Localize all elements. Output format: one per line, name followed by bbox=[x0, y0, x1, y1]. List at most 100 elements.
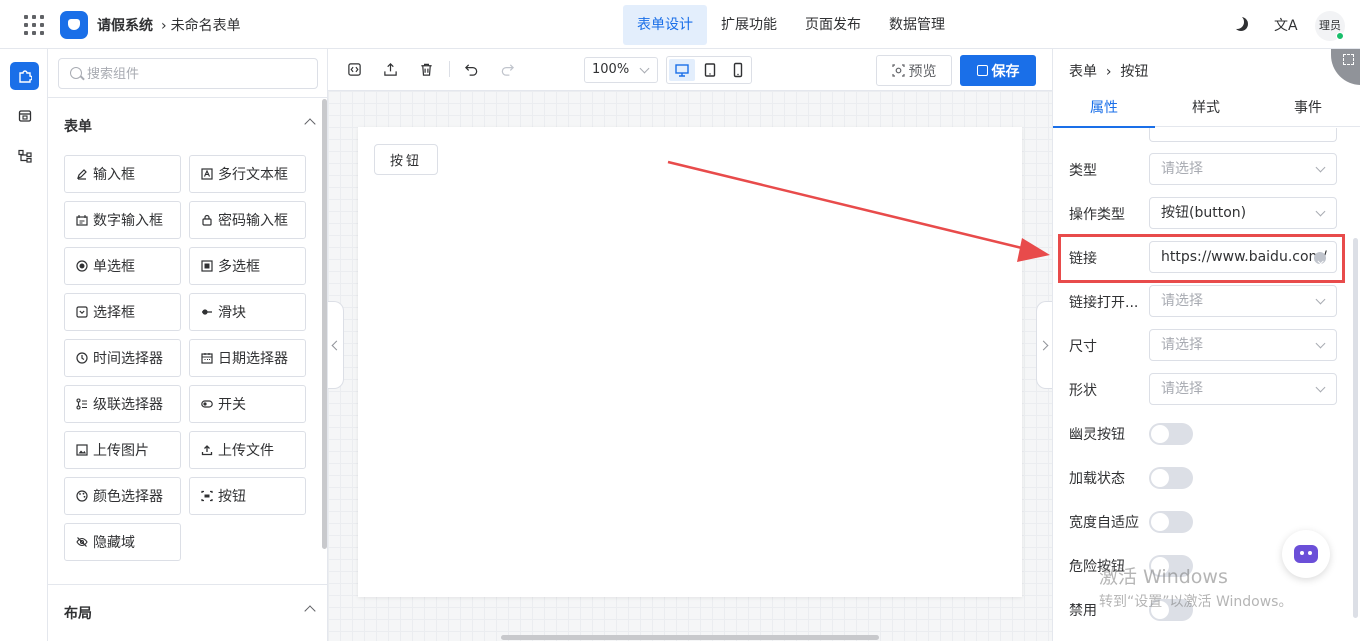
component-label: 选择框 bbox=[93, 305, 135, 321]
select-placeholder: 请选择 bbox=[1161, 161, 1203, 177]
component-label: 时间选择器 bbox=[93, 351, 163, 367]
device-tablet-button[interactable] bbox=[697, 59, 723, 81]
prop-label: 尺寸 bbox=[1069, 339, 1097, 355]
dark-mode-icon[interactable] bbox=[1234, 17, 1248, 31]
redo-button[interactable] bbox=[499, 61, 515, 77]
prop-row-loading: 加载状态 bbox=[1053, 461, 1343, 493]
loading-switch[interactable] bbox=[1149, 467, 1193, 489]
component-hidden-field[interactable]: 隐藏域 bbox=[64, 523, 181, 561]
import-button[interactable] bbox=[382, 61, 398, 77]
ghost-switch[interactable] bbox=[1149, 423, 1193, 445]
breadcrumb-root[interactable]: 表单 bbox=[1069, 64, 1097, 80]
component-label: 数字输入框 bbox=[93, 213, 163, 229]
search-box[interactable] bbox=[58, 58, 318, 89]
danger-switch[interactable] bbox=[1149, 555, 1193, 577]
assistant-bot-button[interactable] bbox=[1282, 530, 1330, 578]
undo-icon bbox=[464, 63, 477, 76]
save-label: 保存 bbox=[991, 63, 1020, 80]
disabled-switch[interactable] bbox=[1149, 599, 1193, 621]
chevron-up-icon[interactable] bbox=[304, 118, 316, 130]
link-target-select[interactable]: 请选择 bbox=[1149, 285, 1337, 317]
tab-form-design[interactable]: 表单设计 bbox=[623, 5, 707, 45]
prop-row-size: 尺寸 请选择 bbox=[1053, 329, 1343, 361]
tab-page-publish[interactable]: 页面发布 bbox=[791, 5, 875, 45]
upload-icon bbox=[201, 445, 213, 456]
component-time-picker[interactable]: 时间选择器 bbox=[64, 339, 181, 377]
device-mobile-button[interactable] bbox=[725, 59, 751, 81]
component-slider[interactable]: 滑块 bbox=[189, 293, 306, 331]
collapse-left-panel-button[interactable] bbox=[328, 301, 344, 389]
search-input[interactable] bbox=[87, 64, 307, 84]
action-type-select[interactable]: 按钮(button) bbox=[1149, 197, 1337, 229]
component-label: 上传文件 bbox=[218, 443, 274, 459]
component-textarea[interactable]: 多行文本框 bbox=[189, 155, 306, 193]
toolbar-separator bbox=[449, 61, 450, 77]
canvas-horizontal-scrollbar[interactable] bbox=[501, 635, 879, 640]
translate-icon[interactable]: 文A bbox=[1274, 15, 1298, 35]
rail-components-button[interactable] bbox=[10, 62, 39, 90]
component-panel-scrollbar[interactable] bbox=[322, 99, 327, 549]
component-cascader[interactable]: 级联选择器 bbox=[64, 385, 181, 423]
preview-button[interactable]: 预览 bbox=[876, 55, 952, 86]
component-select[interactable]: 选择框 bbox=[64, 293, 181, 331]
zoom-select[interactable]: 100% bbox=[584, 57, 658, 83]
component-input[interactable]: 输入框 bbox=[64, 155, 181, 193]
design-canvas[interactable]: 按钮 bbox=[328, 91, 1052, 641]
component-radio[interactable]: 单选框 bbox=[64, 247, 181, 285]
prop-label: 类型 bbox=[1069, 163, 1097, 179]
shape-select[interactable]: 请选择 bbox=[1149, 373, 1337, 405]
delete-button[interactable] bbox=[418, 61, 434, 77]
rail-templates-button[interactable] bbox=[10, 102, 39, 130]
type-select[interactable]: 请选择 bbox=[1149, 153, 1337, 185]
rail-outline-button[interactable] bbox=[10, 142, 39, 170]
tab-data-management[interactable]: 数据管理 bbox=[875, 5, 959, 45]
section-form-header[interactable]: 表单 bbox=[64, 116, 316, 136]
save-button[interactable]: 保存 bbox=[960, 55, 1036, 86]
component-label: 多选框 bbox=[218, 259, 260, 275]
component-color-picker[interactable]: 颜色选择器 bbox=[64, 477, 181, 515]
properties-breadcrumb: 表单 › 按钮 bbox=[1069, 61, 1148, 81]
clock-icon bbox=[76, 352, 88, 364]
edit-icon bbox=[77, 169, 87, 180]
properties-scrollbar[interactable] bbox=[1353, 238, 1358, 618]
size-select[interactable]: 请选择 bbox=[1149, 329, 1337, 361]
tab-attributes[interactable]: 属性 bbox=[1053, 89, 1155, 128]
component-upload-image[interactable]: 上传图片 bbox=[64, 431, 181, 469]
tab-style[interactable]: 样式 bbox=[1155, 89, 1257, 127]
prop-row-ghost: 幽灵按钮 bbox=[1053, 417, 1343, 449]
tab-events[interactable]: 事件 bbox=[1257, 89, 1359, 127]
component-label: 日期选择器 bbox=[218, 351, 288, 367]
component-button[interactable]: 按钮 bbox=[189, 477, 306, 515]
number-icon bbox=[76, 215, 88, 226]
undo-button[interactable] bbox=[463, 61, 479, 77]
chevron-up-icon[interactable] bbox=[304, 605, 316, 617]
component-checkbox[interactable]: 多选框 bbox=[189, 247, 306, 285]
component-date-picker[interactable]: 日期选择器 bbox=[189, 339, 306, 377]
component-upload-file[interactable]: 上传文件 bbox=[189, 431, 306, 469]
component-label: 多行文本框 bbox=[218, 167, 288, 183]
tablet-icon bbox=[704, 63, 716, 77]
prop-row-link-target: 链接打开... 请选择 bbox=[1053, 285, 1343, 317]
prop-row-type: 类型 请选择 bbox=[1053, 153, 1343, 185]
component-number-input[interactable]: 数字输入框 bbox=[64, 201, 181, 239]
collapse-right-panel-button[interactable] bbox=[1036, 301, 1052, 389]
chevron-left-icon bbox=[331, 340, 342, 351]
slider-icon bbox=[202, 309, 212, 315]
canvas-button-widget[interactable]: 按钮 bbox=[374, 144, 438, 175]
partial-input[interactable] bbox=[1149, 128, 1337, 142]
block-switch[interactable] bbox=[1149, 511, 1193, 533]
form-preview-card[interactable]: 按钮 bbox=[358, 127, 1022, 597]
component-password-input[interactable]: 密码输入框 bbox=[189, 201, 306, 239]
form-breadcrumb[interactable]: › 未命名表单 bbox=[161, 15, 241, 35]
chevron-down-icon bbox=[1315, 162, 1326, 173]
device-desktop-button[interactable] bbox=[669, 59, 695, 81]
mobile-icon bbox=[733, 62, 743, 78]
section-layout-header[interactable]: 布局 bbox=[64, 603, 316, 623]
apps-grid-icon[interactable] bbox=[24, 15, 44, 35]
tab-extensions[interactable]: 扩展功能 bbox=[707, 5, 791, 45]
code-button[interactable] bbox=[346, 61, 362, 77]
component-switch[interactable]: 开关 bbox=[189, 385, 306, 423]
button-icon bbox=[201, 490, 213, 502]
zoom-value: 100% bbox=[592, 62, 630, 77]
link-highlight-box bbox=[1058, 234, 1345, 283]
